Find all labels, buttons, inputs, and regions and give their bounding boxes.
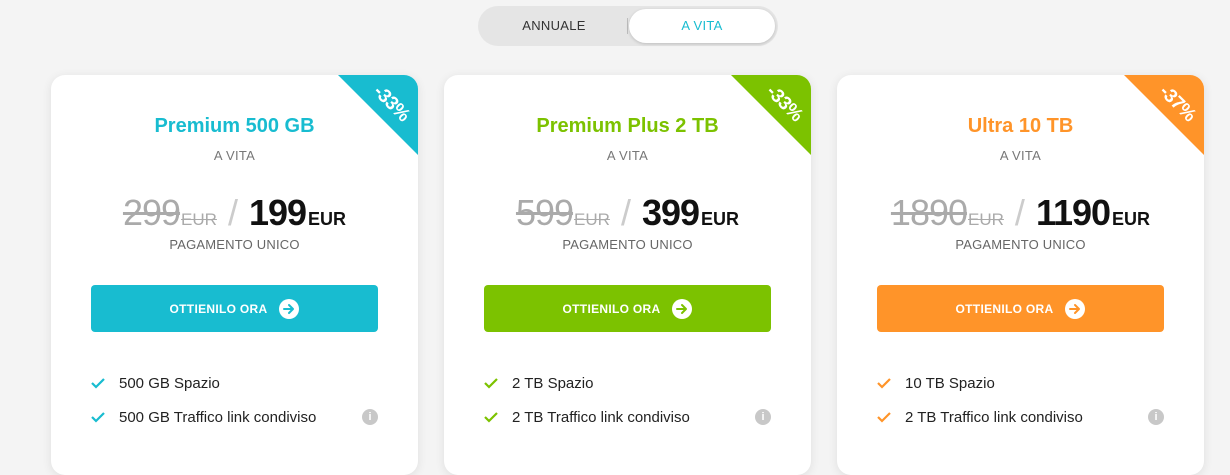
arrow-right-icon	[1065, 298, 1086, 319]
new-price-currency: EUR	[1112, 209, 1151, 229]
toggle-divider	[627, 18, 628, 34]
plan-title: Premium 500 GB	[154, 115, 315, 137]
arrow-right-icon	[672, 298, 693, 319]
payment-type: PAGAMENTO UNICO	[955, 237, 1086, 252]
price-separator: /	[1014, 192, 1025, 233]
plan-period: A VITA	[606, 148, 649, 163]
old-price: 599	[515, 192, 574, 233]
check-icon	[484, 412, 498, 423]
check-icon	[91, 378, 105, 389]
cta-label: OTTIENILO ORA	[955, 301, 1054, 316]
payment-type: PAGAMENTO UNICO	[169, 237, 300, 252]
price-row: 1890 EUR / 1190 EUR	[837, 192, 1204, 236]
plan-card-premium-500gb: -33% Premium 500 GB A VITA 299 EUR / 199…	[51, 75, 418, 475]
get-it-now-button[interactable]: OTTIENILO ORA	[91, 285, 378, 332]
new-price: 399	[641, 192, 700, 233]
tab-annual[interactable]: ANNUALE	[484, 9, 624, 43]
tab-lifetime[interactable]: A VITA	[629, 9, 775, 43]
plan-title: Ultra 10 TB	[967, 115, 1074, 137]
price-row: 299 EUR / 199 EUR	[51, 192, 418, 236]
new-price: 199	[248, 192, 307, 233]
arrow-right-icon	[279, 298, 300, 319]
feature-item: 2 TB Spazio	[484, 372, 771, 394]
new-price-currency: EUR	[308, 209, 347, 229]
feature-item: 10 TB Spazio	[877, 372, 1164, 394]
plan-period: A VITA	[999, 148, 1042, 163]
old-price-currency: EUR	[181, 210, 217, 229]
plan-card-premium-plus-2tb: -33% Premium Plus 2 TB A VITA 599 EUR / …	[444, 75, 811, 475]
feature-label: 10 TB Spazio	[905, 374, 995, 392]
feature-label: 500 GB Traffico link condiviso	[119, 408, 317, 426]
new-price: 1190	[1035, 192, 1111, 233]
cta-label: OTTIENILO ORA	[169, 301, 268, 316]
check-icon	[91, 412, 105, 423]
old-price-currency: EUR	[574, 210, 610, 229]
old-price-currency: EUR	[968, 210, 1004, 229]
billing-toggle[interactable]: ANNUALE A VITA	[478, 6, 778, 46]
old-price: 1890	[890, 192, 968, 233]
plan-card-ultra-10tb: -37% Ultra 10 TB A VITA 1890 EUR / 1190 …	[837, 75, 1204, 475]
info-icon[interactable]: i	[1148, 409, 1164, 425]
feature-item: 2 TB Traffico link condiviso i	[484, 406, 771, 428]
payment-type: PAGAMENTO UNICO	[562, 237, 693, 252]
feature-label: 2 TB Traffico link condiviso	[512, 408, 690, 426]
feature-item: 500 GB Traffico link condiviso i	[91, 406, 378, 428]
check-icon	[877, 412, 891, 423]
plan-title: Premium Plus 2 TB	[536, 115, 719, 137]
price-separator: /	[620, 192, 631, 233]
new-price-currency: EUR	[701, 209, 740, 229]
get-it-now-button[interactable]: OTTIENILO ORA	[484, 285, 771, 332]
feature-label: 2 TB Spazio	[512, 374, 594, 392]
feature-label: 500 GB Spazio	[119, 374, 220, 392]
feature-label: 2 TB Traffico link condiviso	[905, 408, 1083, 426]
cta-label: OTTIENILO ORA	[562, 301, 661, 316]
info-icon[interactable]: i	[755, 409, 771, 425]
price-separator: /	[227, 192, 238, 233]
check-icon	[877, 378, 891, 389]
check-icon	[484, 378, 498, 389]
feature-item: 2 TB Traffico link condiviso i	[877, 406, 1164, 428]
plan-period: A VITA	[213, 148, 256, 163]
price-row: 599 EUR / 399 EUR	[444, 192, 811, 236]
old-price: 299	[122, 192, 181, 233]
info-icon[interactable]: i	[362, 409, 378, 425]
get-it-now-button[interactable]: OTTIENILO ORA	[877, 285, 1164, 332]
feature-item: 500 GB Spazio	[91, 372, 378, 394]
